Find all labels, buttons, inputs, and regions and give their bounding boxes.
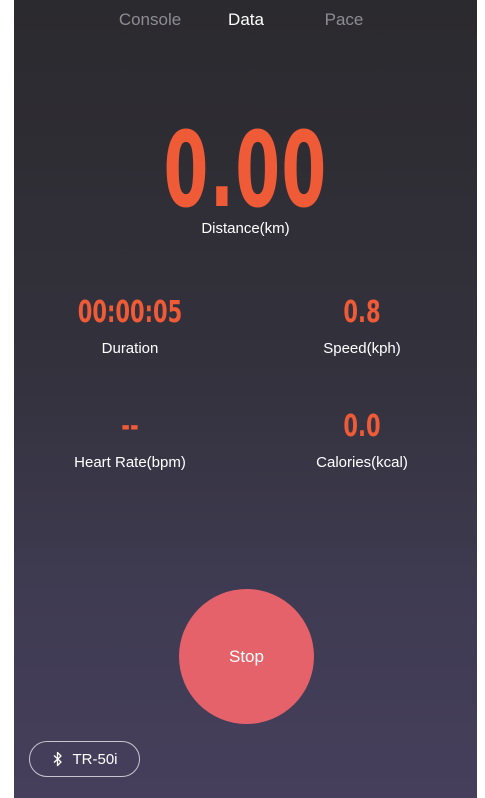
heart-rate-value: -- [121, 409, 139, 444]
tab-pace[interactable]: Pace [325, 10, 364, 30]
distance-value: 0.00 [163, 109, 328, 231]
heart-rate-metric: -- Heart Rate(bpm) [30, 409, 230, 472]
distance-label: Distance(km) [201, 220, 290, 237]
device-connection-button[interactable]: TR-50i [29, 741, 140, 777]
duration-label: Duration [101, 340, 159, 357]
speed-label: Speed(kph) [323, 340, 401, 357]
bluetooth-icon [51, 751, 65, 767]
heart-rate-label: Heart Rate(bpm) [74, 454, 186, 471]
device-name: TR-50i [72, 750, 118, 768]
speed-value: 0.8 [343, 295, 381, 330]
tab-console[interactable]: Console [119, 10, 181, 30]
calories-value: 0.0 [343, 409, 381, 444]
stop-button[interactable]: Stop [179, 589, 314, 724]
speed-metric: 0.8 Speed(kph) [262, 295, 462, 358]
duration-metric: 00:00:05 Duration [30, 295, 230, 358]
workout-screen: Console Data Pace 0.00 Distance(km) 00:0… [14, 0, 477, 798]
tab-bar: Console Data Pace [14, 10, 477, 34]
tab-data[interactable]: Data [228, 10, 264, 30]
calories-metric: 0.0 Calories(kcal) [262, 409, 462, 472]
duration-value: 00:00:05 [77, 295, 183, 330]
calories-label: Calories(kcal) [316, 454, 408, 471]
